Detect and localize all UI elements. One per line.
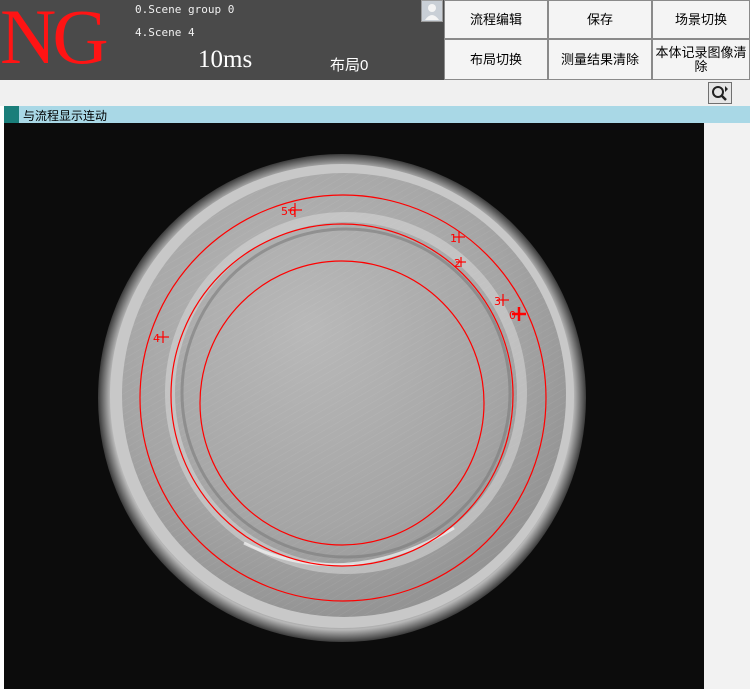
clear-images-button[interactable]: 本体记录图像清除	[652, 39, 750, 80]
display-link-label: 与流程显示连动	[23, 109, 108, 123]
link-toggle[interactable]	[4, 106, 19, 123]
camera-image-view[interactable]: 5 6 1 2 3 0 4	[4, 123, 750, 689]
clear-results-button[interactable]: 测量结果清除	[548, 39, 652, 80]
marker-label-2: 2	[454, 257, 461, 270]
marker-label-6: 6	[289, 205, 296, 218]
layout-label: 布局0	[330, 57, 369, 74]
marker-label-1: 1	[450, 232, 457, 245]
scene-label: 4.Scene 4	[135, 26, 195, 39]
inspection-image: 5 6 1 2 3 0 4	[98, 123, 750, 689]
marker-label-4: 4	[153, 332, 160, 345]
flow-edit-button[interactable]: 流程编辑	[444, 0, 548, 39]
scene-switch-button[interactable]: 场景切换	[652, 0, 750, 39]
layout-switch-button[interactable]: 布局切换	[444, 39, 548, 80]
save-button[interactable]: 保存	[548, 0, 652, 39]
user-icon	[422, 1, 442, 21]
marker-label-0: 0	[509, 309, 516, 322]
user-button[interactable]	[421, 0, 443, 22]
display-link-bar	[4, 106, 750, 123]
marker-label-3: 3	[494, 295, 501, 308]
marker-label-5: 5	[281, 205, 288, 218]
processing-time: 10ms	[198, 46, 253, 73]
zoom-button[interactable]	[708, 82, 732, 104]
toolbar	[0, 80, 750, 106]
zoom-magnifier-icon	[712, 86, 728, 101]
judgement-result: NG	[0, 0, 109, 80]
scene-group-label: 0.Scene group 0	[135, 3, 235, 16]
